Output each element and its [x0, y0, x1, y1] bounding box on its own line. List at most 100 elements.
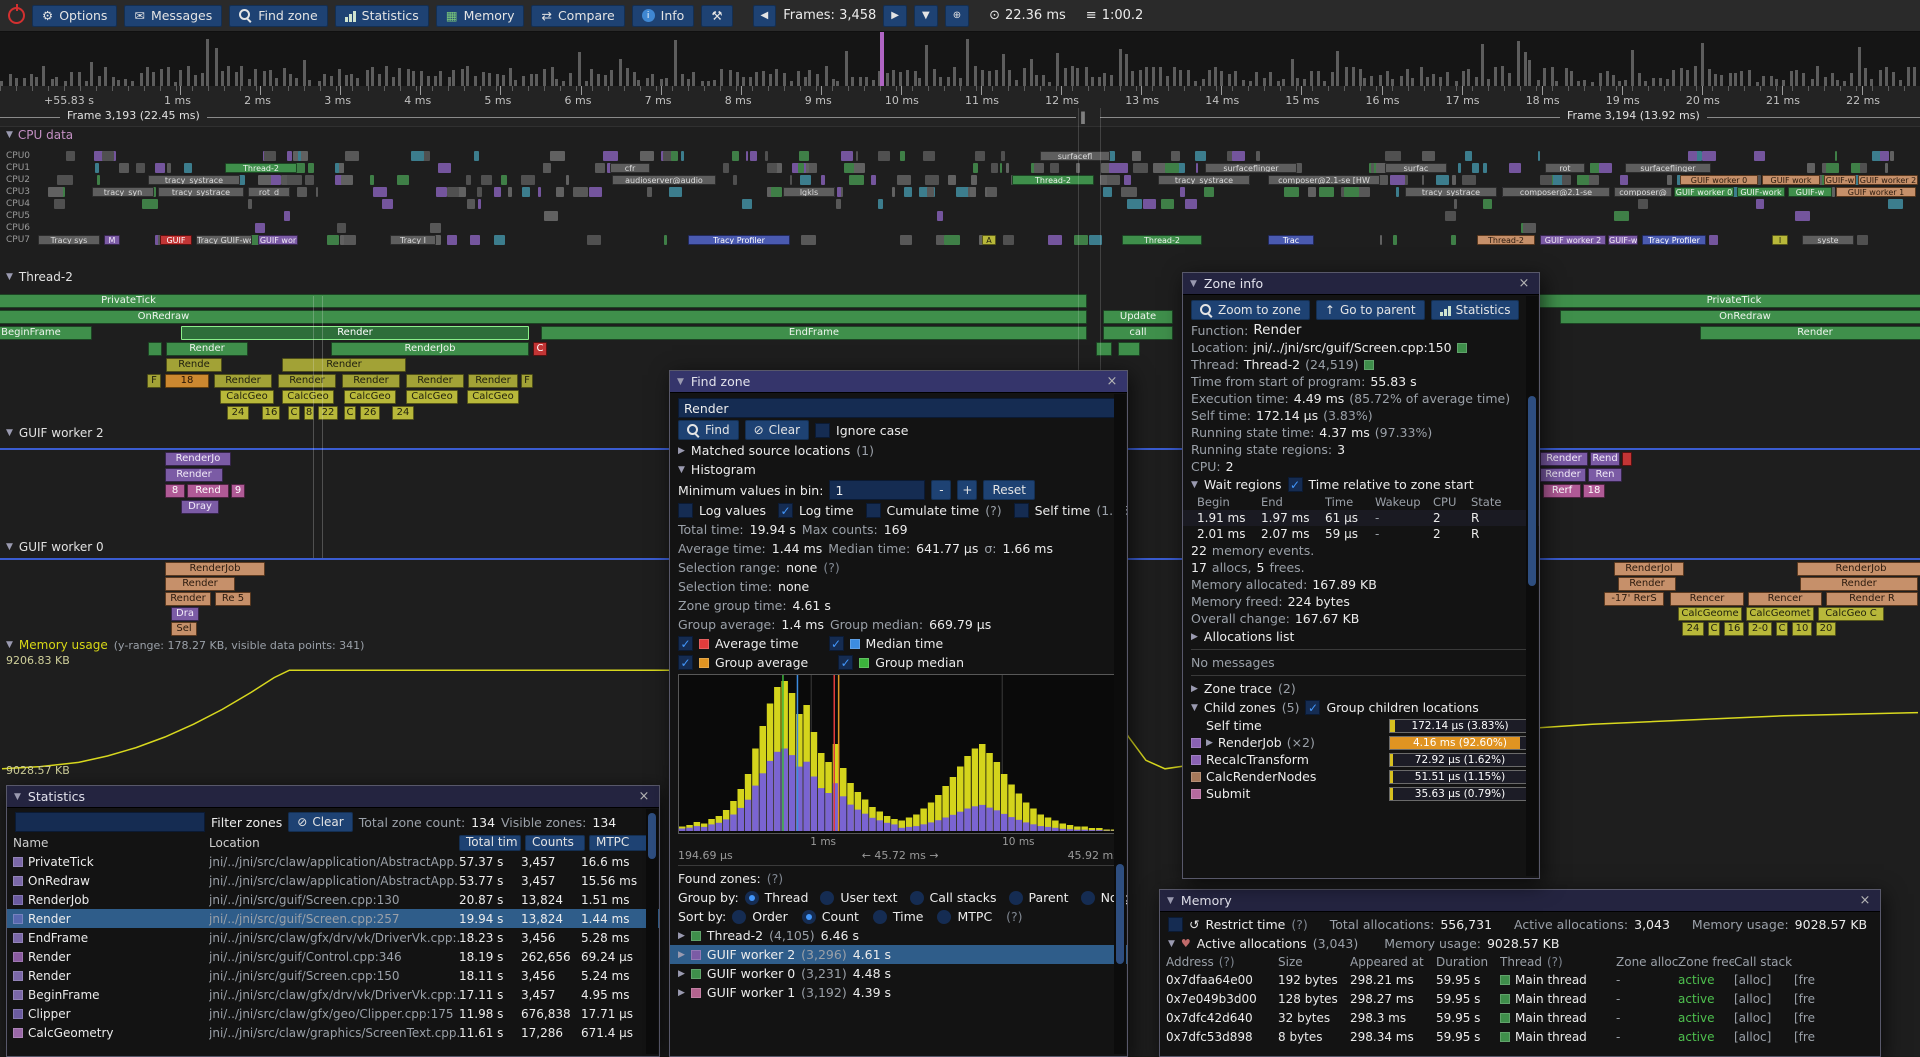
child-zones-header[interactable]: ▼ Child zones (5) ✓ Group children locat…: [1183, 698, 1539, 717]
timeline-zone[interactable]: 2-0: [1748, 622, 1772, 636]
column-header[interactable]: Appeared at: [1350, 955, 1436, 969]
help-icon[interactable]: (?): [767, 871, 783, 886]
reset-button[interactable]: Reset: [983, 480, 1035, 500]
group-children-checkbox[interactable]: ✓: [1305, 700, 1320, 715]
timeline-zone[interactable]: 8: [165, 484, 185, 498]
zone-info-titlebar[interactable]: ▼ Zone info ×: [1183, 273, 1539, 295]
cpu-zone-segment[interactable]: GUIF worker 0: [1674, 187, 1734, 197]
collapse-icon[interactable]: ▼: [677, 377, 684, 387]
callstack-free-link[interactable]: [fre: [1794, 992, 1850, 1006]
next-frame-button[interactable]: ▶: [883, 5, 907, 27]
timeline-zone[interactable]: Render: [468, 374, 518, 388]
timeline-zone[interactable]: EndFrame: [541, 326, 1087, 340]
histogram-section-header[interactable]: ▼ Histogram: [670, 460, 1127, 479]
column-header[interactable]: Size: [1278, 955, 1350, 969]
timeline-zone[interactable]: CalcGeo: [406, 390, 458, 404]
cpu-zone-segment[interactable]: GUIF: [160, 235, 192, 245]
cpu-zone-segment[interactable]: GUIF wor: [258, 235, 298, 245]
restrict-time-checkbox[interactable]: [1168, 917, 1183, 932]
timeline-zone[interactable]: OnRedraw: [0, 310, 1087, 324]
scrollbar[interactable]: [646, 809, 658, 1054]
group-by-no-grouping[interactable]: [1081, 891, 1095, 905]
time-relative-checkbox[interactable]: ✓: [1288, 477, 1303, 492]
allocation-row[interactable]: 0x7e049b3d00128 bytes298.27 ms59.95 sMai…: [1160, 989, 1880, 1008]
log-time-checkbox[interactable]: ✓: [778, 503, 793, 518]
timeline-zone[interactable]: CalcGeo C: [1818, 607, 1884, 621]
help-icon[interactable]: (?): [1291, 917, 1307, 932]
child-zone-row[interactable]: Self time172.14 µs (3.83%): [1183, 717, 1539, 734]
timeline-zone[interactable]: C: [288, 406, 300, 420]
cpu-zone-segment[interactable]: Thread-2: [225, 163, 297, 173]
timeline-zone[interactable]: C: [1776, 622, 1788, 636]
cpu-zone-segment[interactable]: GUIF worker 1: [1836, 187, 1916, 197]
child-zone-row[interactable]: Submit35.63 µs (0.79%): [1183, 785, 1539, 802]
statistics-row[interactable]: EndFramejni/../jni/src/claw/gfx/drv/vk/D…: [7, 928, 659, 947]
frame-set-button[interactable]: ▼: [914, 5, 938, 27]
allocation-row[interactable]: 0x7dfc42d64032 bytes298.3 ms59.95 sMain …: [1160, 1008, 1880, 1027]
memory-usage-header[interactable]: ▼ Memory usage (y-range: 178.27 KB, visi…: [6, 638, 364, 652]
collapse-icon[interactable]: ▼: [14, 792, 21, 802]
timeline-zone[interactable]: Rerf: [1543, 484, 1581, 498]
group-average-checkbox[interactable]: ✓: [678, 655, 693, 670]
timeline-zone[interactable]: C: [533, 342, 547, 356]
statistics-row[interactable]: CalcGeometryjni/../jni/src/claw/graphics…: [7, 1023, 659, 1042]
timeline-zone[interactable]: C: [1708, 622, 1720, 636]
log-values-checkbox[interactable]: [678, 503, 693, 518]
time-histogram[interactable]: [678, 674, 1119, 834]
goto-frame-button[interactable]: ⊕: [945, 5, 969, 27]
cpu-zone-segment[interactable]: Thread-2: [1477, 235, 1535, 245]
timeline-zone[interactable]: Rencer: [1670, 592, 1744, 606]
column-header[interactable]: Zone alloc: [1616, 955, 1678, 969]
zone-thread[interactable]: Thread-2: [1244, 357, 1300, 372]
timeline-zone[interactable]: CalcGeo: [344, 390, 396, 404]
allocations-list-header[interactable]: ▶ Allocations list: [1183, 627, 1539, 646]
callstack-free-link[interactable]: [fre: [1794, 1030, 1850, 1044]
timeline-zone[interactable]: Dra: [171, 607, 199, 621]
timeline-zone[interactable]: BeginFrame: [0, 326, 92, 340]
callstack-alloc-link[interactable]: [alloc]: [1734, 1030, 1794, 1044]
timeline-zone[interactable]: OnRedraw: [1560, 310, 1920, 324]
close-icon[interactable]: ×: [1104, 374, 1120, 389]
timeline-zone[interactable]: F: [147, 374, 161, 388]
scrollbar[interactable]: [1114, 394, 1126, 1054]
timeline-zone[interactable]: C: [344, 406, 356, 420]
compare-button[interactable]: ⇄Compare: [531, 5, 624, 27]
active-allocations-header[interactable]: ▼ ♥ Active allocations (3,043) Memory us…: [1160, 934, 1880, 953]
clear-filter-button[interactable]: ⊘Clear: [288, 812, 352, 832]
statistics-row[interactable]: PrivateTickjni/../jni/src/claw/applicati…: [7, 852, 659, 871]
group-by-parent[interactable]: [1009, 891, 1023, 905]
statistics-row[interactable]: OnRedrawjni/../jni/src/claw/application/…: [7, 871, 659, 890]
find-button[interactable]: Find: [678, 420, 739, 440]
sort-by-time[interactable]: [873, 910, 887, 924]
timeline-zone[interactable]: Rend: [1590, 452, 1620, 466]
memory-titlebar[interactable]: ▼ Memory ×: [1160, 890, 1880, 912]
cpu-zone-segment[interactable]: I: [1772, 235, 1788, 245]
group-by-user-text[interactable]: [820, 891, 834, 905]
cpu-zone-segment[interactable]: composer@: [1614, 187, 1672, 197]
statistics-row[interactable]: RenderJobjni/../jni/src/guif/Screen.cpp:…: [7, 890, 659, 909]
cpu-zone-segment[interactable]: tracy_systrace: [148, 175, 240, 185]
timeline-zone[interactable]: RenderJob: [1797, 562, 1920, 576]
timeline-zone[interactable]: Render R: [1826, 592, 1918, 606]
timeline-zone[interactable]: CalcGeo: [282, 390, 334, 404]
median-time-checkbox[interactable]: ✓: [829, 636, 844, 651]
allocation-row[interactable]: 0x7dfc53d8988 bytes298.34 ms59.95 sMain …: [1160, 1027, 1880, 1046]
cpu-zone-segment[interactable]: tracy_syn: [92, 187, 154, 197]
close-icon[interactable]: ×: [636, 789, 652, 804]
matched-source-locations-header[interactable]: ▶ Matched source locations (1): [670, 441, 1127, 460]
column-sort-button[interactable]: Total tim: [459, 835, 521, 851]
collapse-icon[interactable]: ▼: [1190, 279, 1197, 289]
search-input[interactable]: [678, 398, 1119, 418]
help-icon[interactable]: (?): [1006, 909, 1022, 924]
timeline-zone[interactable]: 18: [165, 374, 209, 388]
timeline-zone[interactable]: Render: [165, 577, 235, 591]
cpu-zone-segment[interactable]: GUIF worker 2: [1540, 235, 1606, 245]
timeline-zone[interactable]: [1118, 342, 1140, 356]
thread-header-guif-worker-2[interactable]: ▼GUIF worker 2: [6, 426, 104, 440]
find-zone-titlebar[interactable]: ▼ Find zone ×: [670, 371, 1127, 393]
cpu-zone-segment[interactable]: Thread-2: [1122, 235, 1202, 245]
cpu-data-header[interactable]: ▼ CPU data: [6, 128, 73, 142]
callstack-free-link[interactable]: [fre: [1794, 1011, 1850, 1025]
group-by-thread[interactable]: [745, 891, 759, 905]
timeline-zone[interactable]: Re 5: [215, 592, 251, 606]
